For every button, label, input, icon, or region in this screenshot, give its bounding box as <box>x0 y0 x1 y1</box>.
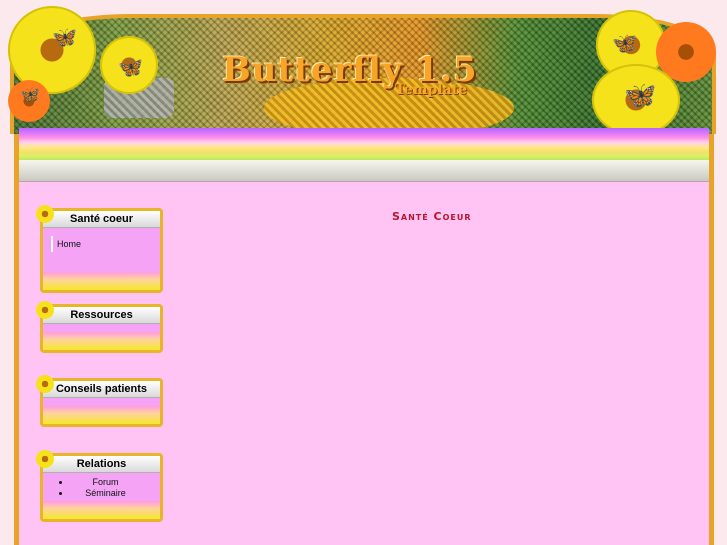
menu-item-forum[interactable]: Forum <box>71 477 160 488</box>
sidebar-block-title: Ressources <box>36 301 160 324</box>
page-title: Santé Coeur <box>392 210 472 223</box>
menu-item-seminaire[interactable]: Séminaire <box>71 488 160 499</box>
sidebar-block-body: Home <box>43 236 160 272</box>
sidebar-block-title: Santé coeur <box>36 205 160 228</box>
butterfly-icon: 🦋 <box>612 33 637 55</box>
sidebar-block-body: Forum Séminaire <box>43 473 160 501</box>
daisy-icon <box>36 450 54 468</box>
daisy-icon <box>36 205 54 223</box>
sidebar-block-footer <box>43 332 160 350</box>
sidebar-block-ressources: Ressources <box>36 301 163 353</box>
sidebar-block-title: Relations <box>36 450 160 473</box>
butterfly-icon: 🦋 <box>52 27 77 49</box>
site-logo-subtitle: Template <box>395 82 468 98</box>
daisy-icon <box>36 375 54 393</box>
butterfly-icon: 🦋 <box>118 57 143 79</box>
menu-list: Forum Séminaire <box>43 473 160 501</box>
butterfly-icon: 🦋 <box>20 87 40 104</box>
sidebar-block-title: Conseils patients <box>36 375 160 398</box>
sidebar-block-relations: Relations Forum Séminaire <box>36 450 163 522</box>
sidebar-block-footer <box>43 406 160 424</box>
sidebar-block-body <box>43 324 160 332</box>
sidebar-block-footer <box>43 501 160 519</box>
butterfly-icon: 🦋 <box>624 80 657 110</box>
sidebar-block-conseils-patients: Conseils patients <box>36 375 163 427</box>
sidebar-block-footer <box>43 272 160 290</box>
header-stripe <box>19 128 709 160</box>
nav-bar <box>19 160 709 182</box>
sidebar-block-body <box>43 398 160 406</box>
daisy-icon <box>36 301 54 319</box>
menu-item-home[interactable]: Home <box>51 236 160 252</box>
sidebar-block-sante-coeur: Santé coeur Home <box>36 205 163 293</box>
